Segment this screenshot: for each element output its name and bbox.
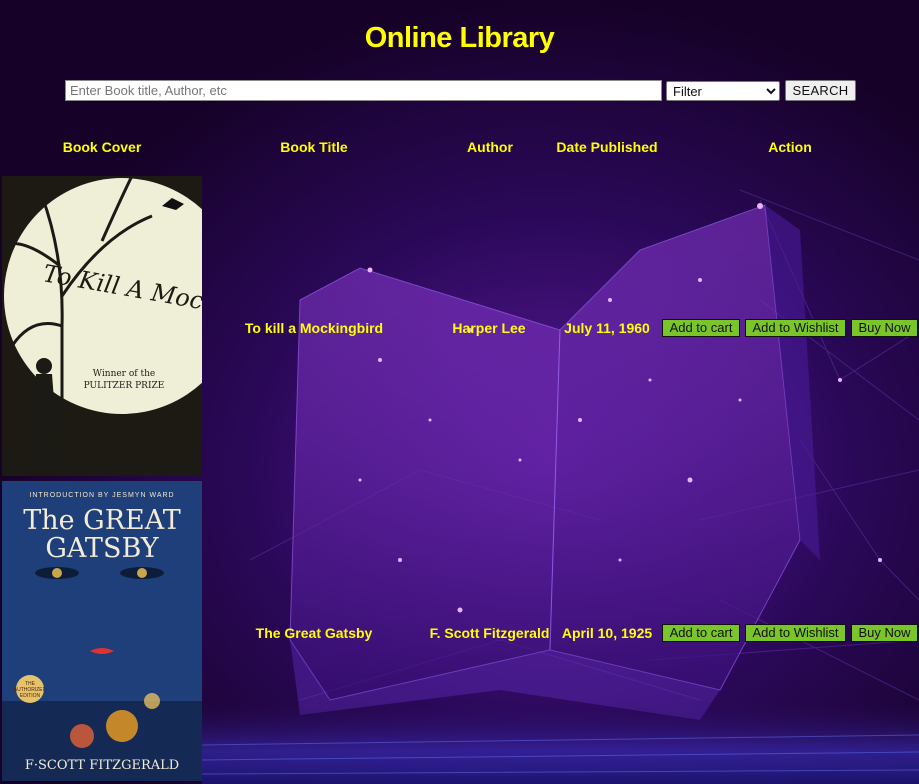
book-author-cell: Harper Lee	[452, 320, 526, 336]
cover-author-text: F·SCOTT FITZGERALD	[25, 758, 179, 773]
buy-now-button[interactable]: Buy Now	[851, 624, 918, 642]
buy-now-button[interactable]: Buy Now	[851, 319, 918, 337]
add-to-wishlist-button[interactable]: Add to Wishlist	[745, 319, 846, 337]
book-cover-image: INTRODUCTION BY JESMYN WARD The GREAT GA…	[2, 481, 202, 781]
header-book-title: Book Title	[280, 139, 348, 155]
header-book-cover: Book Cover	[62, 139, 142, 155]
book-date-cell: April 10, 1925	[561, 625, 653, 641]
filter-select[interactable]: Filter	[666, 81, 780, 101]
page-title: Online Library	[364, 22, 555, 54]
page-content: Online Library Filter SEARCH Book Cover …	[0, 0, 919, 784]
cover-badge-line3: EDITION	[20, 693, 41, 699]
cover-intro-text: INTRODUCTION BY JESMYN WARD	[29, 492, 174, 499]
cover-tagline-line2: PULITZER PRIZE	[84, 381, 165, 391]
header-action: Action	[768, 139, 812, 155]
cover-title-line1: The GREAT	[23, 505, 181, 536]
search-input[interactable]	[65, 80, 662, 101]
book-cover-image: To Kill A Mockingbird Winner of the PULI…	[2, 176, 202, 476]
header-date-published: Date Published	[556, 139, 658, 155]
cover-author-text: HARPER LEE	[50, 414, 202, 444]
book-title-cell: To kill a Mockingbird	[244, 320, 384, 336]
book-author-cell: F. Scott Fitzgerald	[429, 625, 550, 641]
book-title-cell: The Great Gatsby	[255, 625, 373, 641]
book-date-cell: July 11, 1960	[564, 320, 650, 336]
add-to-wishlist-button[interactable]: Add to Wishlist	[745, 624, 846, 642]
add-to-cart-button[interactable]: Add to cart	[662, 624, 740, 642]
cover-tagline-line1: Winner of the	[93, 369, 155, 379]
add-to-cart-button[interactable]: Add to cart	[662, 319, 740, 337]
header-author: Author	[467, 139, 513, 155]
search-button[interactable]: SEARCH	[785, 80, 856, 101]
cover-title-line2: GATSBY	[45, 533, 159, 564]
